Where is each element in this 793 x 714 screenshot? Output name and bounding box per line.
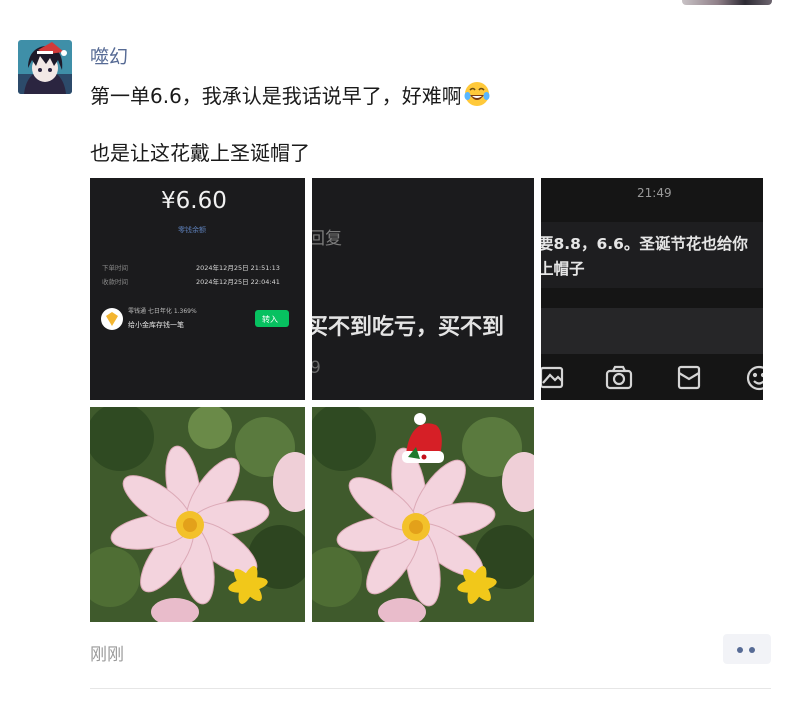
post-text-content: 第一单6.6，我承认是我话说早了，好难啊	[90, 84, 462, 108]
more-actions-button[interactable]	[723, 634, 771, 664]
lingqiantong-icon	[101, 308, 123, 330]
flower-with-santa-hat-photo-icon	[312, 407, 534, 622]
message-line2: 上帽子	[541, 259, 585, 278]
laughing-tears-emoji-icon	[464, 81, 490, 114]
image-message-screenshot[interactable]: 21:49 要8.8，6.6。圣诞节花也给你 上帽子	[541, 178, 763, 400]
avatar-image	[18, 40, 72, 94]
reply-label: 回复	[312, 229, 342, 249]
image-flower-with-hat-photo[interactable]	[312, 407, 534, 622]
post-text-line2: 也是让这花戴上圣诞帽了	[90, 141, 310, 165]
status-clock: 21:49	[637, 186, 672, 200]
post-divider	[90, 688, 771, 689]
message-input-box	[541, 308, 763, 354]
red-packet-icon	[677, 365, 701, 390]
previous-post-image-edge	[682, 0, 772, 5]
chat-main-text: 买不到吃亏，买不到	[312, 314, 504, 340]
promo-line1: 零钱通 七日年化 1.369%	[128, 307, 197, 315]
image-icon	[541, 366, 564, 389]
post-text-line1: 第一单6.6，我承认是我话说早了，好难啊	[90, 81, 490, 114]
more-dot-icon	[737, 647, 743, 653]
receive-time-label: 收款时间	[102, 277, 128, 286]
post-timestamp: 刚刚	[90, 645, 124, 665]
avatar[interactable]	[18, 40, 72, 94]
transfer-in-label: 转入	[262, 314, 278, 324]
emoji-icon	[746, 365, 763, 391]
flower-photo-icon	[90, 407, 305, 622]
receive-time-value: 2024年12月25日 22:04:41	[196, 277, 280, 286]
image-payment-screenshot[interactable]: ¥6.60 零钱余额 下单时间 2024年12月25日 21:51:13 收款时…	[90, 178, 305, 400]
chat-corner-digit: 9	[312, 358, 321, 378]
balance-link: 零钱余额	[178, 225, 206, 234]
message-line1: 要8.8，6.6。圣诞节花也给你	[541, 234, 748, 253]
more-dot-icon	[749, 647, 755, 653]
order-time-value: 2024年12月25日 21:51:13	[196, 263, 280, 272]
camera-icon	[605, 365, 633, 390]
image-flower-photo[interactable]	[90, 407, 305, 622]
payment-amount: ¥6.60	[161, 188, 227, 214]
image-chat-screenshot[interactable]: 回复 买不到吃亏，买不到 9	[312, 178, 534, 400]
author-name[interactable]: 噬幻	[90, 42, 128, 69]
promo-line2: 给小金库存钱一笔	[128, 320, 184, 329]
order-time-label: 下单时间	[102, 263, 128, 272]
